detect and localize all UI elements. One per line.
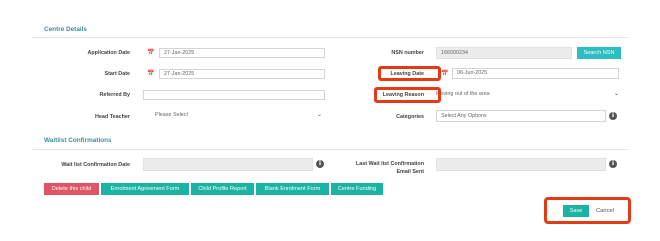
referred-by-field[interactable] (143, 90, 325, 100)
enrolment-form-panel: Centre Details Application Date 📅 27-Jan… (32, 18, 628, 228)
child-profile-report-button[interactable]: Child Profile Report (191, 183, 254, 195)
info-icon[interactable]: i (609, 112, 617, 120)
section-title-waitlist: Waitlist Confirmations (44, 137, 112, 144)
chevron-down-icon: ⌄ (316, 112, 322, 118)
waitlist-confirmation-date-field[interactable] (143, 158, 313, 171)
nsn-number-label: NSN number (391, 50, 424, 56)
head-teacher-value: Please Select (155, 112, 188, 118)
leaving-date-field[interactable]: 06-Jun-2025 (452, 68, 619, 79)
start-date-label: Start Date (104, 71, 130, 77)
delete-child-button[interactable]: Delete this child (44, 183, 99, 195)
leaving-reason-highlight (374, 87, 441, 103)
categories-label: Categories (396, 114, 424, 120)
waitlist-confirmation-date-label: Wait list Confirmation Date (61, 162, 130, 168)
last-waitlist-confirmation-field[interactable] (436, 158, 606, 171)
categories-multiselect[interactable]: Select Any Options (436, 110, 606, 122)
start-date-field[interactable]: 27-Jan-2025 (159, 69, 325, 79)
info-icon[interactable]: i (316, 160, 324, 168)
section-divider (32, 37, 628, 38)
section-divider (32, 149, 628, 150)
save-cancel-highlight (544, 197, 631, 224)
application-date-field[interactable]: 27-Jan-2025 (159, 48, 325, 58)
blank-enrolment-form-button[interactable]: Blank Enrolment Form (256, 183, 329, 195)
head-teacher-label: Head Teacher (95, 114, 130, 120)
calendar-icon[interactable]: 📅 (147, 70, 154, 77)
search-nsn-button[interactable]: Search NSN (577, 47, 621, 59)
last-waitlist-confirmation-label-line1: Last Wait list Confirmation (355, 161, 424, 167)
calendar-icon[interactable]: 📅 (441, 70, 448, 77)
info-icon[interactable]: i (609, 160, 617, 168)
leaving-date-highlight (378, 66, 441, 81)
leaving-reason-select[interactable]: Moving out of the area ⌄ (436, 90, 622, 100)
chevron-down-icon: ⌄ (613, 91, 619, 97)
head-teacher-select[interactable]: Please Select ⌄ (143, 111, 325, 121)
nsn-number-field[interactable]: 166000234 (436, 47, 572, 59)
last-waitlist-confirmation-label: Last Wait list Confirmation Email Sent (340, 160, 424, 176)
application-date-label: Application Date (87, 50, 130, 56)
leaving-reason-value: Moving out of the area (436, 91, 490, 97)
centre-funding-button[interactable]: Centre Funding (331, 183, 383, 195)
calendar-icon[interactable]: 📅 (147, 49, 154, 56)
section-title-centre-details: Centre Details (44, 26, 87, 33)
enrolment-agreement-form-button[interactable]: Enrolment Agreement Form (101, 183, 189, 195)
last-waitlist-confirmation-label-line2: Email Sent (396, 169, 424, 175)
referred-by-label: Referred By (99, 92, 130, 98)
